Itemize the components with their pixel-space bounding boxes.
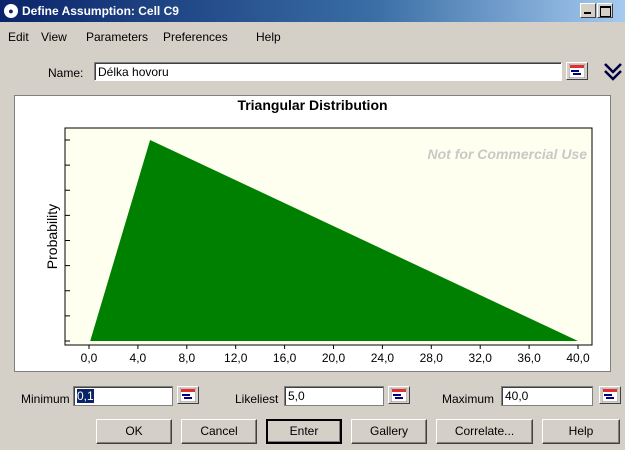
ok-button[interactable]: OK bbox=[96, 419, 172, 444]
name-label: Name: bbox=[48, 66, 84, 80]
maximum-cell-reference-button[interactable] bbox=[599, 386, 621, 404]
window-title: Define Assumption: Cell C9 bbox=[22, 4, 179, 18]
likeliest-label: Likeliest bbox=[235, 392, 279, 406]
minimum-input[interactable]: 0,1 bbox=[73, 386, 173, 406]
menu-preferences[interactable]: Preferences bbox=[163, 30, 228, 44]
menu-help[interactable]: Help bbox=[256, 30, 281, 44]
cell-reference-icon bbox=[569, 64, 585, 78]
cell-reference-icon bbox=[180, 388, 196, 402]
chart-title: Triangular Distribution bbox=[237, 97, 388, 113]
chevron-double-down-icon[interactable] bbox=[603, 62, 623, 82]
name-cell-reference-button[interactable] bbox=[566, 62, 588, 80]
minimum-value: 0,1 bbox=[77, 389, 94, 403]
name-input[interactable]: Délka hovoru bbox=[94, 62, 562, 81]
help-button[interactable]: Help bbox=[542, 419, 620, 444]
minimize-button[interactable] bbox=[580, 3, 596, 18]
menu-view[interactable]: View bbox=[41, 30, 67, 44]
cancel-button[interactable]: Cancel bbox=[181, 419, 257, 444]
chart-panel bbox=[14, 95, 611, 372]
title-bar: ● Define Assumption: Cell C9 bbox=[0, 0, 625, 22]
likeliest-cell-reference-button[interactable] bbox=[388, 386, 410, 404]
cell-reference-icon bbox=[602, 388, 618, 402]
app-icon: ● bbox=[4, 4, 18, 18]
gallery-button[interactable]: Gallery bbox=[351, 419, 427, 444]
maximum-input[interactable]: 40,0 bbox=[501, 386, 593, 406]
cell-reference-icon bbox=[391, 388, 407, 402]
likeliest-input[interactable]: 5,0 bbox=[284, 386, 384, 406]
correlate-button[interactable]: Correlate... bbox=[436, 419, 533, 444]
maximize-button[interactable] bbox=[597, 3, 613, 18]
minimum-cell-reference-button[interactable] bbox=[177, 386, 199, 404]
menu-edit[interactable]: Edit bbox=[8, 30, 29, 44]
enter-button[interactable]: Enter bbox=[266, 419, 342, 444]
minimum-label: Minimum bbox=[21, 392, 70, 406]
maximum-label: Maximum bbox=[442, 392, 495, 406]
menu-parameters[interactable]: Parameters bbox=[86, 30, 148, 44]
